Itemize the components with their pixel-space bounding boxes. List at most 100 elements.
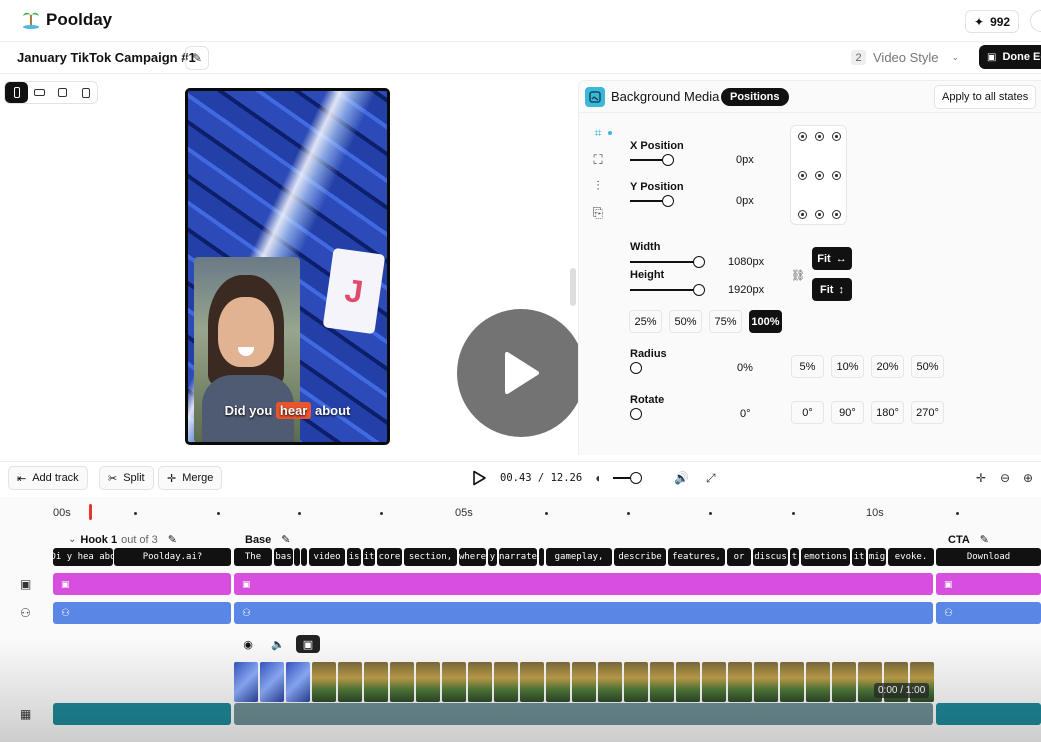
pencil-icon[interactable]: ✎ (281, 533, 290, 546)
media-icon[interactable]: ▣ (296, 635, 320, 653)
y-position-slider[interactable] (630, 195, 676, 207)
rotate-90-chip[interactable]: 90° (831, 401, 864, 424)
caption-word-chip[interactable]: Download (936, 548, 1041, 566)
radius-50-chip[interactable]: 50% (911, 355, 944, 378)
anchor-bottom-right[interactable] (832, 210, 841, 219)
aspect-16-9-button[interactable] (28, 82, 51, 103)
caption-word-chip[interactable] (294, 548, 300, 566)
caption-word-chip[interactable]: Di y hea abo (53, 548, 113, 566)
rotate-slider[interactable] (630, 408, 644, 420)
pencil-icon[interactable]: ✎ (980, 533, 989, 546)
background-clip[interactable] (234, 703, 933, 725)
media-clip[interactable]: ▣ (53, 573, 231, 595)
caption-word-chip[interactable]: or (727, 548, 751, 566)
anchor-top-center[interactable] (815, 132, 824, 141)
video-thumbnails[interactable] (234, 662, 942, 702)
link-icon[interactable]: ⛓ (791, 269, 805, 282)
playhead[interactable] (89, 504, 92, 520)
add-track-button[interactable]: ⇤ Add track (8, 466, 88, 490)
waveform-icon[interactable]: ⫶ (590, 178, 606, 194)
radius-10-chip[interactable]: 10% (831, 355, 864, 378)
rotate-270-chip[interactable]: 270° (911, 401, 944, 424)
logo[interactable]: Poolday (22, 9, 112, 30)
tab-positions[interactable]: Positions (721, 88, 789, 106)
radius-20-chip[interactable]: 20% (871, 355, 904, 378)
width-slider[interactable] (630, 256, 707, 268)
caption-word-chip[interactable] (539, 548, 544, 566)
avatar[interactable] (1030, 10, 1041, 32)
panel-resize-handle[interactable] (570, 268, 576, 306)
video-preview[interactable]: J Did you hear about (185, 88, 390, 445)
volume-slider[interactable] (613, 472, 643, 484)
anchor-bottom-center[interactable] (815, 210, 824, 219)
fit-width-button[interactable]: Fit ↔ (812, 247, 852, 270)
radius-5-chip[interactable]: 5% (791, 355, 824, 378)
fit-height-button[interactable]: Fit ↕ (812, 278, 852, 301)
eye-icon[interactable]: ◉ (236, 635, 260, 653)
done-editing-button[interactable]: ▣ Done Ed (979, 45, 1041, 69)
anchor-top-right[interactable] (832, 132, 841, 141)
split-button[interactable]: ✂ Split (99, 466, 154, 490)
scale-50-chip[interactable]: 50% (669, 310, 702, 333)
segment-hook[interactable]: ⌄ Hook 1 out of 3 ✎ (68, 533, 177, 547)
volume-high-icon[interactable]: 🔊 (674, 471, 689, 485)
caption-word-chip[interactable]: evoke. (888, 548, 934, 566)
rotate-180-chip[interactable]: 180° (871, 401, 904, 424)
caption-word-chip[interactable]: discus (753, 548, 788, 566)
file-settings-icon[interactable]: ⎘ (590, 205, 606, 221)
fullscreen-icon[interactable]: ⤢ (706, 471, 716, 486)
aspect-1-1-button[interactable] (51, 82, 74, 103)
focus-icon[interactable]: ⛶ (590, 152, 606, 168)
caption-word-chip[interactable]: section, (404, 548, 457, 566)
caption-word-chip[interactable]: it (363, 548, 375, 566)
caption-word-chip[interactable]: narrate (499, 548, 537, 566)
media-clip[interactable]: ▣ (936, 573, 1041, 595)
crop-icon[interactable]: ⌗ (590, 125, 606, 141)
merge-button[interactable]: ✛ Merge (158, 466, 223, 490)
avatar-clip[interactable]: ⚇ (936, 602, 1041, 624)
caption-word-chip[interactable]: describe (614, 548, 666, 566)
play-icon[interactable] (472, 470, 487, 486)
volume-low-icon[interactable]: ◖ (594, 471, 601, 485)
rotate-0-chip[interactable]: 0° (791, 401, 824, 424)
aspect-4-5-button[interactable] (74, 82, 97, 103)
scale-75-chip[interactable]: 75% (709, 310, 742, 333)
caption-word-chip[interactable]: features, (668, 548, 725, 566)
play-overlay-button[interactable] (457, 309, 585, 437)
pencil-icon[interactable]: ✎ (168, 533, 177, 546)
caption-word-chip[interactable] (301, 548, 307, 566)
caption-word-chip[interactable]: Poolday.ai? (114, 548, 231, 566)
fit-timeline-icon[interactable]: ✛ (976, 471, 986, 485)
caption-word-chip[interactable]: where (459, 548, 486, 566)
credits-badge[interactable]: ✦ 992 (965, 10, 1020, 33)
caption-word-chip[interactable]: is (347, 548, 361, 566)
caption-word-chip[interactable]: gameplay, (546, 548, 612, 566)
zoom-in-icon[interactable]: ⊕ (1023, 471, 1033, 485)
caption-word-chip[interactable]: mig (868, 548, 886, 566)
anchor-middle-left[interactable] (798, 171, 807, 180)
caption-word-chip[interactable]: t (790, 548, 799, 566)
step-selector[interactable]: 2 Video Style ⌄ (851, 50, 959, 65)
anchor-center[interactable] (815, 171, 824, 180)
background-clip[interactable] (53, 703, 231, 725)
scale-100-chip[interactable]: 100% (749, 310, 782, 333)
anchor-middle-right[interactable] (832, 171, 841, 180)
caption-word-chip[interactable]: video (309, 548, 345, 566)
x-position-slider[interactable] (630, 154, 676, 166)
caption-word-chip[interactable]: The (234, 548, 272, 566)
avatar-clip[interactable]: ⚇ (234, 602, 933, 624)
volume-icon[interactable]: 🔈 (266, 635, 290, 653)
apply-to-all-states-button[interactable]: Apply to all states (934, 85, 1037, 109)
segment-base[interactable]: Base ✎ (245, 533, 291, 547)
caption-word-chip[interactable]: bas (274, 548, 293, 566)
aspect-9-16-button[interactable] (5, 82, 28, 103)
avatar-clip[interactable]: ⚇ (53, 602, 231, 624)
caption-word-chip[interactable]: y (488, 548, 497, 566)
anchor-bottom-left[interactable] (798, 210, 807, 219)
background-clip[interactable] (936, 703, 1041, 725)
anchor-top-left[interactable] (798, 132, 807, 141)
height-slider[interactable] (630, 284, 707, 296)
scale-25-chip[interactable]: 25% (629, 310, 662, 333)
caption-word-chip[interactable]: it (852, 548, 866, 566)
media-clip[interactable]: ▣ (234, 573, 933, 595)
